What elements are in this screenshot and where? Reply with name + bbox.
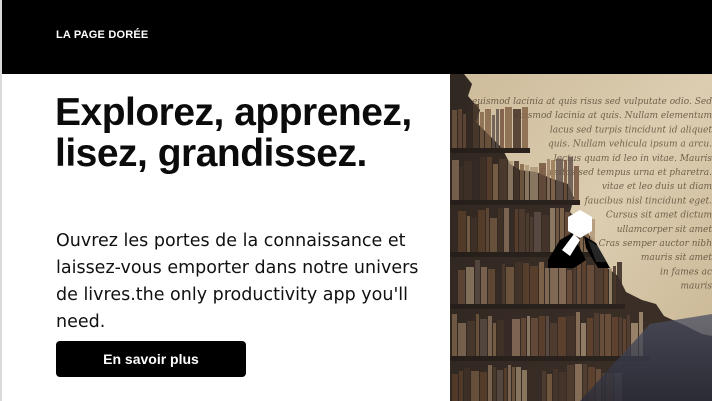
manuscript-line: faucibus nisl tincidunt eget. <box>584 196 712 206</box>
manuscript-line: euismod lacinia at quis. Nullam elementu… <box>514 111 712 121</box>
book-spine <box>574 166 579 200</box>
manuscript-line: lacus sed turpis tincidunt id aliquet <box>550 125 712 135</box>
manuscript-line: ullamcorper sit amet <box>617 225 712 235</box>
book-spine <box>500 109 504 148</box>
hero-text-panel: Explorez, apprenez, lisez, grandissez. O… <box>0 74 450 401</box>
learn-more-button[interactable]: En savoir plus <box>56 341 246 377</box>
book-spine <box>505 107 512 148</box>
manuscript-line: lectus quam id leo in vitae. Mauris <box>554 154 712 164</box>
manuscript-line: mauris sit amet <box>641 253 712 263</box>
manuscript-line: quis. Nullam vehicula ipsum a arcu. <box>548 140 712 150</box>
book-spine <box>513 109 521 148</box>
book-spine <box>496 109 499 148</box>
book-spine <box>522 107 528 148</box>
manuscript-line: in fames ac <box>660 267 712 277</box>
manuscript-line: vitae et leo duis ut diam <box>602 182 712 192</box>
top-navigation-bar: LA PAGE DORÉE <box>0 0 712 74</box>
manuscript-line: mauris <box>681 282 712 292</box>
hexagon-logo-icon <box>548 210 610 268</box>
hero-headline: Explorez, apprenez, lisez, grandissez. <box>55 91 412 175</box>
hero-subtext: Ouvrez les portes de la connaissance et … <box>56 231 419 332</box>
manuscript-line: Cras semper auctor nibh <box>599 239 712 249</box>
manuscript-line: Cursus sit amet dictum <box>606 211 712 221</box>
brand-name[interactable]: LA PAGE DORÉE <box>56 29 148 41</box>
manuscript-line: euismod lacinia at quis risus sed vulput… <box>472 97 712 107</box>
